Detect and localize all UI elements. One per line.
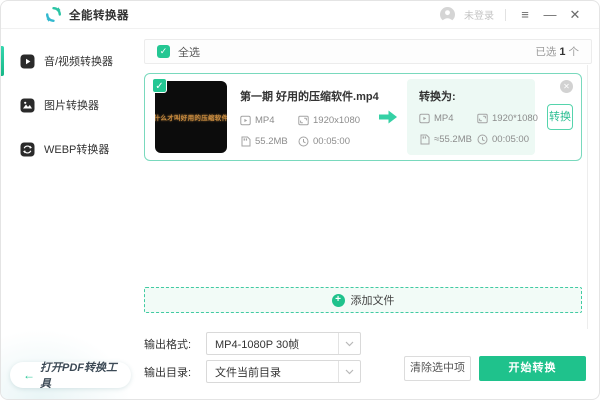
format-icon	[419, 113, 430, 124]
output-format-label: 输出格式:	[144, 338, 192, 351]
source-size-value: 55.2MB	[255, 135, 288, 147]
file-name: 第一期 好用的压缩软件.mp4	[240, 90, 379, 103]
select-all-checkbox[interactable]: ✓	[157, 45, 170, 58]
titlebar: 全能转换器 未登录 ≡ — ✕	[1, 1, 599, 29]
output-format-value: MP4-1080P 30帧	[215, 338, 300, 351]
sidebar-item-label: 图片转换器	[44, 100, 99, 112]
output-format-row: 输出格式: MP4-1080P 30帧	[144, 332, 361, 355]
source-duration: 00:05:00	[298, 136, 372, 147]
app-title: 全能转换器	[69, 9, 129, 22]
sidebar-item-webp-converter[interactable]: WEBP转换器	[1, 131, 131, 167]
selected-prefix: 已选	[535, 46, 557, 58]
source-format: MP4	[240, 115, 298, 126]
source-size: 55.2MB	[240, 136, 298, 147]
convert-arrow-icon	[379, 110, 397, 124]
remove-file-icon[interactable]: ✕	[560, 80, 573, 93]
clock-icon	[477, 134, 488, 145]
app-logo-icon	[46, 6, 61, 22]
open-pdf-tool-button[interactable]: ← 打开PDF转换工具	[10, 362, 131, 390]
menu-icon[interactable]: ≡	[517, 7, 533, 23]
add-file-label: 添加文件	[350, 295, 395, 307]
selected-suffix: 个	[568, 46, 580, 58]
resolution-icon	[298, 115, 309, 125]
video-converter-icon	[20, 54, 35, 68]
target-resolution: 1920*1080	[477, 113, 538, 124]
source-resolution-value: 1920x1080	[313, 114, 361, 126]
main-panel: ✓ 全选 已选 1 个 什么才叫好用的压缩软件 ✓ 第一期 好用的压缩软件.mp4	[131, 29, 599, 399]
sidebar-item-label: WEBP转换器	[44, 144, 110, 156]
size-icon	[241, 136, 251, 146]
target-duration-value: 00:05:00	[492, 134, 529, 145]
avatar-icon[interactable]	[440, 7, 455, 22]
minimize-icon[interactable]: —	[542, 7, 558, 23]
clear-selected-button[interactable]: 清除选中项	[404, 356, 471, 381]
selected-count-text: 已选 1 个	[535, 44, 579, 59]
target-size: ≈55.2MB	[419, 134, 477, 145]
sidebar-item-av-converter[interactable]: 音/视频转换器	[1, 43, 131, 79]
source-resolution: 1920x1080	[298, 115, 372, 126]
output-directory-select[interactable]: 文件当前目录	[206, 360, 361, 383]
format-icon	[240, 115, 251, 125]
size-icon	[420, 134, 430, 145]
file-checkbox[interactable]: ✓	[152, 78, 167, 93]
output-format-select[interactable]: MP4-1080P 30帧	[206, 332, 361, 355]
sidebar-item-image-converter[interactable]: 图片转换器	[1, 87, 131, 123]
target-spec-grid: MP4 1920*1080 ≈55.2MB 00:05:00	[419, 113, 538, 145]
scrollbar-track[interactable]	[587, 65, 588, 329]
add-file-button[interactable]: + 添加文件	[144, 287, 582, 313]
select-all-bar: ✓ 全选 已选 1 个	[144, 39, 592, 64]
sidebar-item-label: 音/视频转换器	[44, 56, 114, 68]
titlebar-divider	[505, 8, 506, 21]
active-indicator	[1, 46, 4, 76]
target-format-value: MP4	[434, 113, 454, 124]
thumbnail-wrapper: 什么才叫好用的压缩软件 ✓	[152, 78, 227, 153]
image-converter-icon	[20, 98, 35, 112]
chevron-down-icon	[338, 333, 360, 354]
left-arrow-icon: ←	[23, 368, 35, 382]
target-info-box: 转换为: MP4 1920*1080 ≈55.2MB 00:05:00	[407, 79, 538, 155]
target-duration: 00:05:00	[477, 134, 538, 145]
pdf-tool-label: 打开PDF转换工具	[40, 362, 117, 390]
select-all-label: 全选	[178, 46, 200, 59]
selected-count: 1	[559, 46, 566, 58]
chevron-down-icon	[338, 361, 360, 382]
login-status[interactable]: 未登录	[464, 7, 494, 22]
convert-button[interactable]: 转换	[547, 104, 573, 130]
file-card: 什么才叫好用的压缩软件 ✓ 第一期 好用的压缩软件.mp4 MP4 1920x1…	[144, 73, 582, 161]
output-directory-label: 输出目录:	[144, 366, 192, 379]
target-format: MP4	[419, 113, 477, 124]
plus-icon: +	[331, 293, 345, 307]
close-icon[interactable]: ✕	[567, 7, 583, 23]
output-directory-row: 输出目录: 文件当前目录	[144, 360, 361, 383]
output-directory-value: 文件当前目录	[215, 366, 281, 379]
webp-converter-icon	[20, 142, 35, 156]
target-size-value: ≈55.2MB	[434, 134, 472, 145]
app-window: 全能转换器 未登录 ≡ — ✕ 音/视频转换器 图片转换器 WEBP转换器 ← …	[0, 0, 600, 400]
source-format-value: MP4	[255, 114, 275, 126]
target-resolution-value: 1920*1080	[492, 113, 538, 124]
clock-icon	[298, 136, 309, 146]
titlebar-right: 未登录 ≡ — ✕	[440, 7, 599, 23]
target-title: 转换为:	[419, 91, 456, 103]
thumbnail-caption: 什么才叫好用的压缩软件	[155, 115, 227, 122]
source-file-info: 第一期 好用的压缩软件.mp4 MP4 1920x1080 55.2MB 00:…	[240, 88, 379, 147]
start-convert-button[interactable]: 开始转换	[479, 356, 586, 381]
source-duration-value: 00:05:00	[313, 135, 350, 147]
resolution-icon	[477, 113, 488, 124]
sidebar: 音/视频转换器 图片转换器 WEBP转换器 ← 打开PDF转换工具	[1, 29, 131, 399]
source-spec-grid: MP4 1920x1080 55.2MB 00:05:00	[240, 115, 372, 147]
